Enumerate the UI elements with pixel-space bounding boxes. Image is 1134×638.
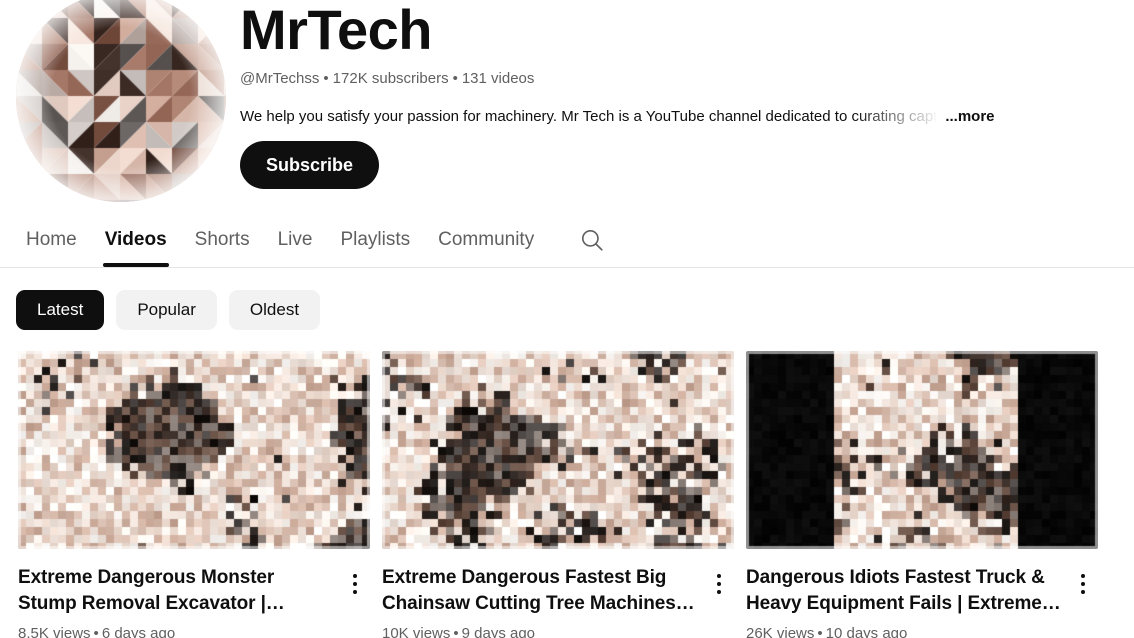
channel-handle[interactable]: @MrTechss — [240, 70, 319, 87]
kebab-dot — [1081, 582, 1085, 586]
video-views: 26K views — [746, 625, 815, 638]
tab-shorts-label: Shorts — [194, 228, 250, 250]
channel-header: MrTech @MrTechss • 172K subscribers • 131 vi… — [0, 0, 1134, 205]
kebab-dot — [1081, 590, 1085, 594]
video-text: Extreme Dangerous Monster Stump Removal … — [18, 565, 340, 638]
kebab-dot — [353, 574, 357, 578]
chip-latest[interactable]: Latest — [16, 290, 105, 330]
chip-popular[interactable]: Popular — [116, 290, 217, 330]
tab-community-label: Community — [438, 228, 535, 250]
filter-chips: Latest Popular Oldest — [16, 290, 321, 330]
video-stats: 26K views • 10 days ago — [746, 623, 1062, 638]
tab-home-label: Home — [26, 228, 77, 250]
avatar-image — [16, 0, 226, 202]
video-title[interactable]: Extreme Dangerous Fastest Big Chainsaw C… — [382, 565, 698, 617]
more-vertical-icon[interactable] — [704, 567, 734, 601]
subscribe-button[interactable]: Subscribe — [240, 141, 380, 189]
separator-dot-1: • — [323, 70, 329, 87]
video-stats-separator: • — [817, 625, 823, 638]
more-link[interactable]: ...more — [945, 106, 994, 128]
more-vertical-icon[interactable] — [1068, 567, 1098, 601]
tab-live-label: Live — [277, 228, 313, 250]
video-card[interactable]: Extreme Dangerous Fastest Big Chainsaw C… — [382, 351, 734, 638]
kebab-dot — [717, 590, 721, 594]
search-icon[interactable] — [570, 218, 614, 262]
kebab-dot — [717, 574, 721, 578]
video-info: Extreme Dangerous Monster Stump Removal … — [18, 565, 370, 638]
video-title[interactable]: Extreme Dangerous Monster Stump Removal … — [18, 565, 334, 617]
channel-description: We help you satisfy your passion for mac… — [240, 108, 938, 125]
channel-meta: MrTech @MrTechss • 172K subscribers • 131 vi… — [240, 0, 1120, 128]
video-thumbnail[interactable] — [382, 351, 734, 549]
video-grid: Extreme Dangerous Monster Stump Removal … — [18, 351, 1122, 638]
video-info: Extreme Dangerous Fastest Big Chainsaw C… — [382, 565, 734, 638]
video-text: Extreme Dangerous Fastest Big Chainsaw C… — [382, 565, 704, 638]
video-views: 10K views — [382, 625, 451, 638]
video-count: 131 videos — [461, 70, 535, 87]
channel-subline: @MrTechss • 172K subscribers • 131 videos — [240, 68, 1120, 90]
tab-community[interactable]: Community — [424, 212, 548, 267]
tab-playlists-label: Playlists — [340, 228, 411, 250]
tab-videos[interactable]: Videos — [91, 212, 181, 267]
separator-dot-2: • — [452, 70, 458, 87]
video-title[interactable]: Dangerous Idiots Fastest Truck & Heavy E… — [746, 565, 1062, 617]
more-vertical-icon[interactable] — [340, 567, 370, 601]
thumbnail-image — [382, 351, 734, 549]
video-views: 8.5K views — [18, 625, 91, 638]
channel-tabs: Home Videos Shorts Live Playlists Commun… — [0, 212, 1134, 268]
subscriber-count: 172K subscribers — [332, 70, 449, 87]
video-age: 6 days ago — [101, 625, 176, 638]
tab-videos-label: Videos — [104, 228, 167, 250]
video-info: Dangerous Idiots Fastest Truck & Heavy E… — [746, 565, 1098, 638]
video-stats: 8.5K views • 6 days ago — [18, 623, 334, 638]
kebab-dot — [353, 590, 357, 594]
tab-shorts[interactable]: Shorts — [181, 212, 264, 267]
channel-description-row[interactable]: We help you satisfy your passion for mac… — [240, 106, 1030, 128]
avatar-canvas — [16, 0, 226, 202]
tab-live[interactable]: Live — [264, 212, 327, 267]
video-thumbnail[interactable] — [746, 351, 1098, 549]
video-thumbnail[interactable] — [18, 351, 370, 549]
video-age: 10 days ago — [825, 625, 908, 638]
chip-oldest[interactable]: Oldest — [228, 290, 321, 330]
video-age: 9 days ago — [461, 625, 536, 638]
kebab-dot — [353, 582, 357, 586]
video-card[interactable]: Extreme Dangerous Monster Stump Removal … — [18, 351, 370, 638]
video-stats-separator: • — [93, 625, 99, 638]
thumbnail-image — [746, 351, 1098, 549]
video-text: Dangerous Idiots Fastest Truck & Heavy E… — [746, 565, 1068, 638]
tab-playlists[interactable]: Playlists — [326, 212, 424, 267]
avatar[interactable] — [16, 0, 226, 202]
thumbnail-image — [18, 351, 370, 549]
channel-title: MrTech — [240, 0, 433, 61]
video-stats-separator: • — [453, 625, 459, 638]
tab-home[interactable]: Home — [12, 212, 91, 267]
kebab-dot — [717, 582, 721, 586]
video-card[interactable]: Dangerous Idiots Fastest Truck & Heavy E… — [746, 351, 1098, 638]
kebab-dot — [1081, 574, 1085, 578]
channel-page: MrTech @MrTechss • 172K subscribers • 131 vi… — [0, 0, 1134, 638]
video-stats: 10K views • 9 days ago — [382, 623, 698, 638]
